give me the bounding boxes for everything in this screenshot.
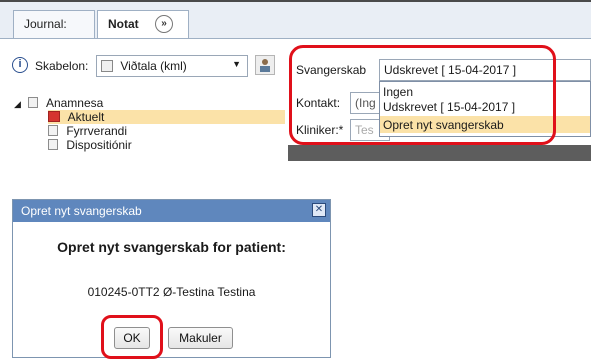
dialog-title-bar: Opret nyt svangerskab ✕ [13, 200, 330, 222]
tab-journal[interactable]: Journal: [13, 10, 95, 40]
document-icon [48, 125, 58, 136]
tab-journal-label: Journal: [24, 17, 67, 31]
dark-strip [288, 145, 591, 161]
dialog: Opret nyt svangerskab ✕ Opret nyt svange… [12, 199, 331, 359]
template-value: Viðtala (kml) [120, 59, 187, 73]
ok-highlight-ring [101, 315, 163, 359]
tab-bar: Journal: Notat » [0, 0, 591, 41]
tree-item-fyrrverandi[interactable]: Fyrrverandi [48, 124, 127, 138]
dialog-title: Opret nyt svangerskab [21, 204, 142, 218]
close-icon[interactable]: ✕ [312, 203, 326, 217]
template-icon [101, 60, 113, 72]
cancel-button[interactable]: Makuler [168, 327, 233, 349]
tree-item-label: Dispositiónir [66, 138, 132, 152]
tab-notat-label: Notat [108, 17, 139, 31]
folder-icon [28, 97, 39, 108]
dialog-heading: Opret nyt svangerskab for patient: [57, 239, 286, 255]
red-note-icon [48, 111, 60, 122]
tree-item-dispositionir[interactable]: Dispositiónir [48, 138, 132, 152]
tree-item-label: Fyrrverandi [66, 124, 128, 138]
template-label: Skabelon: [35, 59, 89, 73]
collapse-icon[interactable]: ◢ [14, 99, 21, 109]
tree-item-label: Aktuelt [67, 110, 105, 124]
double-chevron-right-icon[interactable]: » [155, 15, 173, 33]
document-icon [48, 139, 58, 150]
tree-root-label: Anamnesa [45, 96, 104, 110]
tree-item-aktuelt[interactable]: Aktuelt [48, 110, 285, 124]
tree-root[interactable]: ◢ Anamnesa [14, 96, 103, 110]
tab-notat[interactable]: Notat » [97, 10, 189, 41]
template-select[interactable]: Viðtala (kml) ▼ [96, 55, 248, 77]
content-area: i Skabelon: Viðtala (kml) ▼ ◢ Anamnesa A… [0, 38, 591, 161]
dialog-patient: 010245-0TT2 Ø-Testina Testina [87, 285, 256, 299]
cancel-button-label: Makuler [179, 331, 222, 345]
person-icon[interactable] [255, 55, 275, 75]
highlight-ring [289, 45, 556, 145]
chevron-down-icon: ▼ [232, 59, 241, 69]
app-panel: Journal: Notat » i Skabelon: Viðtala (km… [0, 0, 591, 161]
info-icon[interactable]: i [12, 57, 28, 73]
